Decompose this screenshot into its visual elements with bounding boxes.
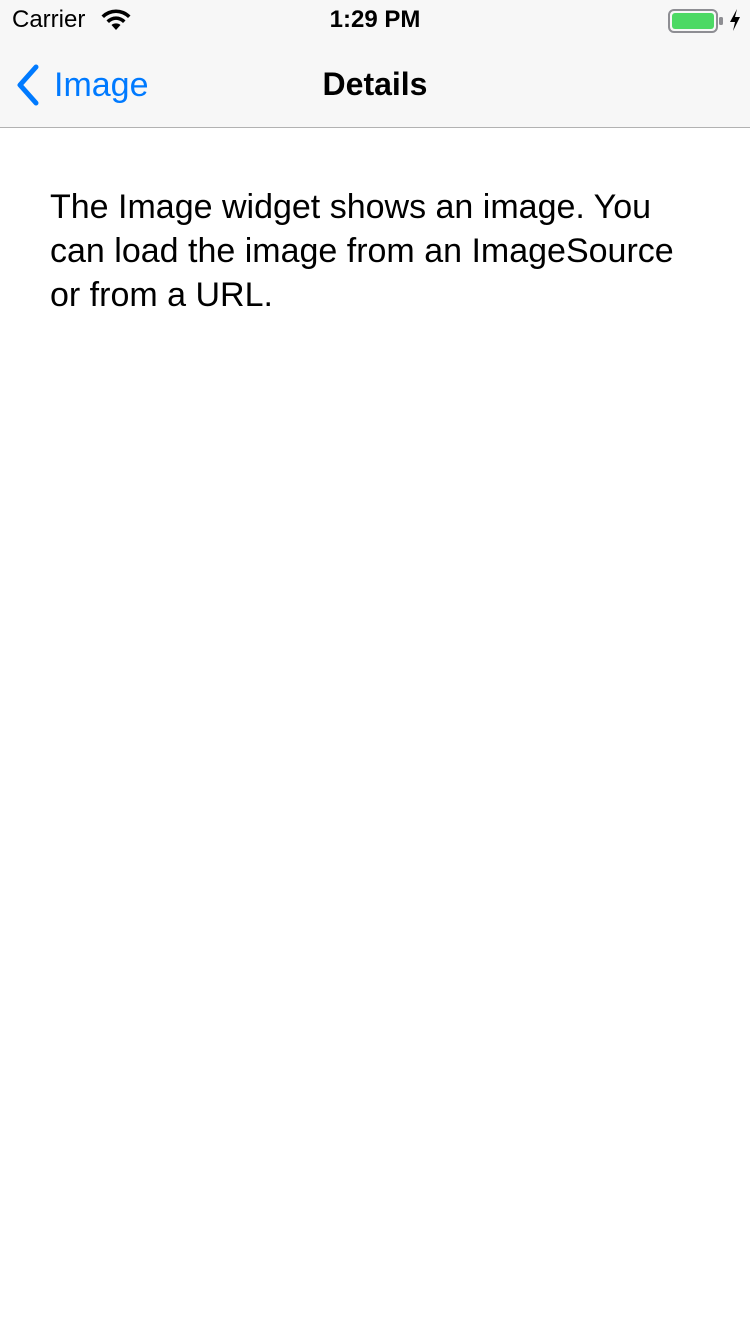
back-button-label: Image xyxy=(54,66,149,104)
back-button[interactable]: Image xyxy=(14,62,149,108)
top-bar: Carrier 1:29 PM Image Details xyxy=(0,0,750,128)
description-text: The Image widget shows an image. You can… xyxy=(50,188,674,314)
clock: 1:29 PM xyxy=(329,6,421,33)
content-area: The Image widget shows an image. You can… xyxy=(50,185,700,317)
charging-bolt-icon xyxy=(730,9,740,31)
screen: Carrier 1:29 PM Image Details The Image … xyxy=(0,0,750,1334)
chevron-left-icon xyxy=(17,64,39,106)
status-bar: Carrier 1:29 PM xyxy=(0,0,750,40)
navigation-bar: Image Details xyxy=(0,40,750,128)
battery-icon xyxy=(668,9,723,33)
